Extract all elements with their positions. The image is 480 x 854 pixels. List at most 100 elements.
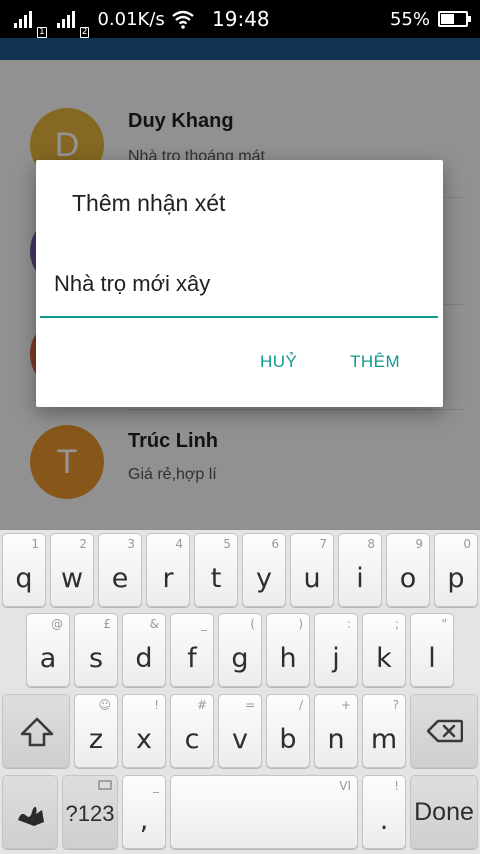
key-hint: 4 (175, 537, 183, 551)
key-char: h (279, 643, 297, 674)
key-hint: = (244, 698, 255, 712)
key-char: c (184, 724, 200, 755)
key-hint: ( (250, 617, 255, 631)
key-char: a (39, 643, 57, 674)
key-k[interactable]: ; k (362, 613, 406, 687)
key-hint: + (340, 698, 351, 712)
key-char: f (187, 643, 197, 674)
key-char: w (60, 563, 84, 594)
done-label: Done (414, 797, 474, 826)
signal-icon (14, 10, 32, 28)
key-hint: / (298, 698, 303, 712)
key-i[interactable]: 8i (338, 533, 382, 607)
key-char: x (136, 724, 152, 755)
key-hint: £ (103, 617, 111, 631)
key-char: v (232, 724, 248, 755)
comma-key[interactable]: _, (122, 775, 166, 849)
key-p[interactable]: 0p (434, 533, 478, 607)
key-hint: ? (392, 698, 399, 712)
comment-input[interactable] (40, 252, 438, 318)
soft-keyboard: 1q 2w 3e 4r 5t 6y 7u 8i 9o 0p @ a £ s & d _… (0, 530, 480, 854)
key-char: t (210, 563, 222, 594)
key-hint: 3 (127, 537, 135, 551)
key-char: m (370, 724, 398, 755)
swype-logo-icon (18, 806, 44, 826)
key-char: u (303, 563, 321, 594)
key-a[interactable]: @ a (26, 613, 70, 687)
key-char: k (376, 643, 392, 674)
status-bar-right: 55% (389, 0, 471, 38)
swype-key[interactable] (2, 775, 58, 849)
key-s[interactable]: £ s (74, 613, 118, 687)
wifi-icon (172, 10, 194, 29)
key-char: l (428, 643, 436, 674)
key-hint: 1 (31, 537, 39, 551)
key-h[interactable]: ) h (266, 613, 310, 687)
key-c[interactable]: # c (170, 694, 214, 768)
key-char: o (399, 563, 417, 594)
key-q[interactable]: 1q (2, 533, 46, 607)
backspace-icon (427, 719, 463, 743)
key-n[interactable]: + n (314, 694, 358, 768)
key-z[interactable]: ☺ z (74, 694, 118, 768)
key-hint: 0 (463, 537, 471, 551)
space-key[interactable]: VI (170, 775, 358, 849)
key-u[interactable]: 7u (290, 533, 334, 607)
status-bar-left: 1 2 0.01K/s (14, 0, 195, 38)
key-char: p (447, 563, 465, 594)
key-hint: # (196, 698, 207, 712)
symbols-label: ?123 (65, 801, 115, 826)
key-hint: ! (394, 779, 399, 793)
key-w[interactable]: 2w (50, 533, 94, 607)
clock: 19:48 (212, 7, 270, 31)
key-f[interactable]: _ f (170, 613, 214, 687)
battery-percent: 55% (389, 8, 430, 30)
sim1-indicator: 1 (37, 27, 47, 38)
key-e[interactable]: 3e (98, 533, 142, 607)
key-o[interactable]: 9o (386, 533, 430, 607)
key-v[interactable]: = v (218, 694, 262, 768)
key-char: , (139, 805, 149, 836)
dialog-title: Thêm nhận xét (72, 190, 226, 216)
key-char: b (279, 724, 297, 755)
key-hint: ☺ (98, 698, 111, 712)
key-d[interactable]: & d (122, 613, 166, 687)
key-l[interactable]: " l (410, 613, 454, 687)
signal-icon (56, 10, 75, 28)
key-char: s (88, 643, 104, 674)
shift-key[interactable] (2, 694, 70, 768)
key-char: e (111, 563, 129, 594)
key-g[interactable]: (g (218, 613, 262, 687)
key-char: j (332, 643, 340, 674)
key-char: q (15, 563, 33, 594)
key-hint: ) (298, 617, 303, 631)
key-j[interactable]: :j (314, 613, 358, 687)
status-bar: 1 2 0.01K/s 19:48 55% (0, 0, 480, 38)
network-speed: 0.01K/s (97, 8, 165, 30)
key-char: y (256, 563, 272, 594)
symbols-key[interactable]: ?123 (62, 775, 118, 849)
key-hint: 2 (79, 537, 87, 551)
period-key[interactable]: !. (362, 775, 406, 849)
key-hint: @ (51, 617, 63, 631)
key-hint: 6 (271, 537, 279, 551)
key-hint: _ (201, 617, 207, 631)
key-char: g (231, 643, 249, 674)
key-y[interactable]: 6y (242, 533, 286, 607)
key-char: z (88, 724, 104, 755)
battery-level (441, 14, 455, 24)
key-t[interactable]: 5t (194, 533, 238, 607)
space-language-hint: VI (339, 779, 351, 793)
shift-arrow-icon (20, 717, 54, 747)
key-x[interactable]: ! x (122, 694, 166, 768)
key-hint: ! (154, 698, 159, 712)
cancel-button[interactable]: HUỶ (260, 352, 297, 372)
done-key[interactable]: Done (410, 775, 478, 849)
key-r[interactable]: 4r (146, 533, 190, 607)
key-m[interactable]: ? m (362, 694, 406, 768)
add-button[interactable]: THÊM (350, 352, 400, 372)
key-hint: " (441, 617, 447, 631)
backspace-key[interactable] (410, 694, 478, 768)
key-b[interactable]: / b (266, 694, 310, 768)
key-hint: 7 (319, 537, 327, 551)
